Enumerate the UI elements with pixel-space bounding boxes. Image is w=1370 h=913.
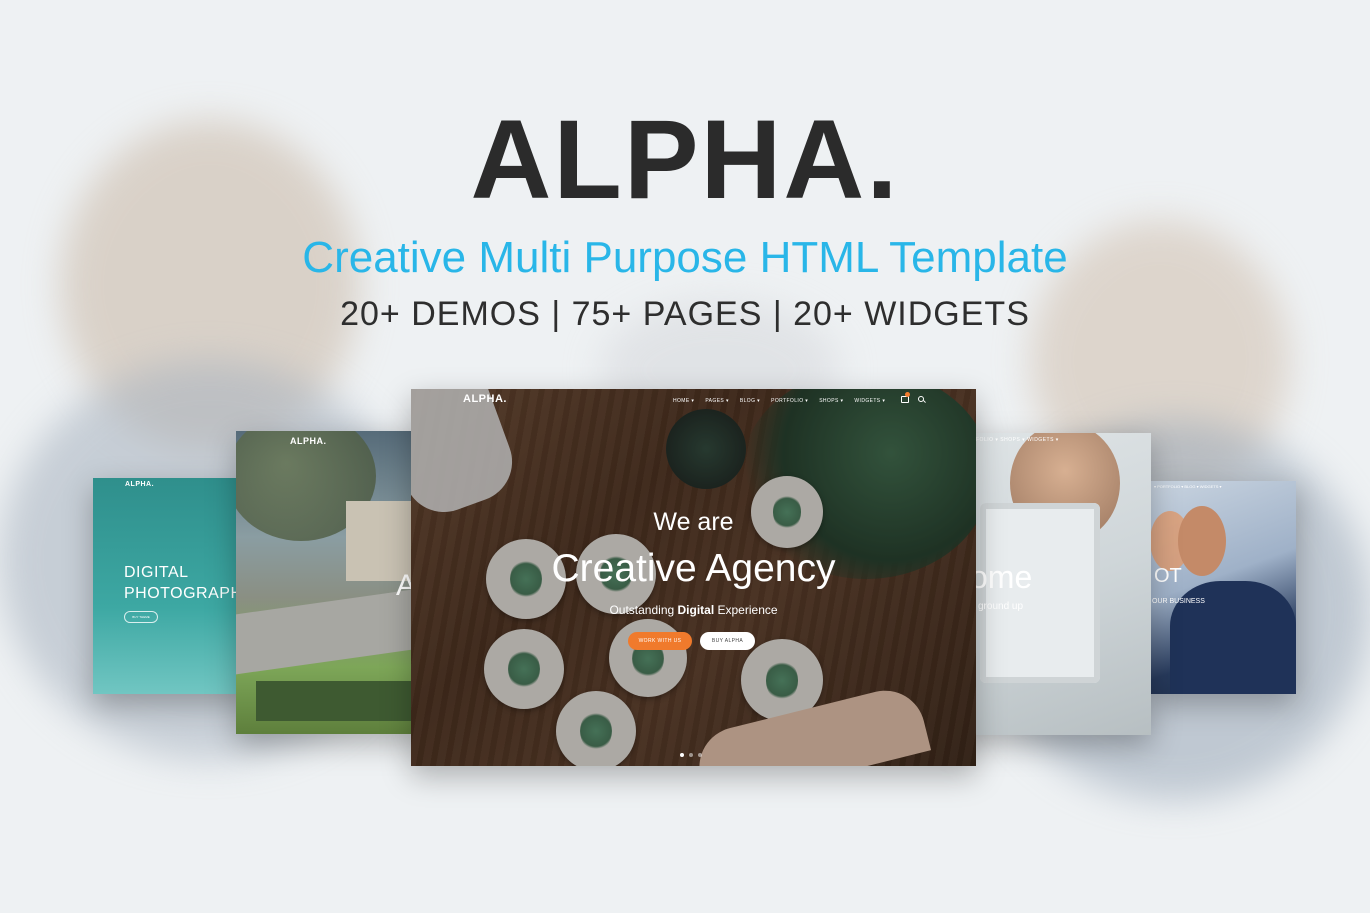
hero-subtitle: Outstanding Digital Experience <box>411 603 976 617</box>
work-with-us-button[interactable]: WORK WITH US <box>628 632 692 650</box>
cart-badge <box>905 392 910 397</box>
preview-card-creative-agency: ALPHA. HOME PAGES BLOG PORTFOLIO SHOPS W… <box>411 389 976 766</box>
preview-menu[interactable]: ▾ PORTFOLIO ▾ BLOG ▾ WIDGETS ▾ <box>1154 484 1222 489</box>
preview-headline: DIGITAL PHOTOGRAPHY <box>124 562 253 604</box>
person-shape <box>1178 506 1226 576</box>
hero-intro: We are <box>653 508 734 536</box>
product-stats: 20+ DEMOS | 75+ PAGES | 20+ WIDGETS <box>340 295 1030 333</box>
menu-item-shops[interactable]: SHOPS <box>819 398 843 404</box>
menu-item-home[interactable]: HOME <box>673 398 694 404</box>
menu-item-pages[interactable]: PAGES <box>705 398 729 404</box>
menu-item-widgets[interactable]: WIDGETS <box>854 398 885 404</box>
preview-logo: ALPHA. <box>125 481 155 488</box>
slider-dot[interactable] <box>698 753 702 757</box>
preview-card-office: FOLIO ▾ SHOPS ▾ WIDGETS ▾ ome ground up <box>950 433 1151 735</box>
buy-theme-button[interactable]: BUY THEME <box>124 611 158 623</box>
headline-line-1: DIGITAL <box>124 564 189 581</box>
product-tagline: Creative Multi Purpose HTML Template <box>302 233 1068 282</box>
preview-menu[interactable]: FOLIO ▾ SHOPS ▾ WIDGETS ▾ <box>976 437 1059 443</box>
main-menu: HOME PAGES BLOG PORTFOLIO SHOPS WIDGETS <box>673 398 885 404</box>
buy-alpha-button[interactable]: BUY ALPHA <box>700 632 755 650</box>
preview-partial-subtitle: ground up <box>978 601 1024 612</box>
menu-item-portfolio[interactable]: PORTFOLIO <box>771 398 808 404</box>
subtitle-suffix: Experience <box>714 603 778 617</box>
slider-dot[interactable] <box>689 753 693 757</box>
preview-partial-headline: OT <box>1154 565 1182 587</box>
subtitle-bold: Digital <box>677 603 715 617</box>
headline-line-2: PHOTOGRAPHY <box>124 585 253 602</box>
preview-card-street: ALPHA. A <box>236 431 426 734</box>
preview-card-business: ▾ PORTFOLIO ▾ BLOG ▾ WIDGETS ▾ OT OUR BU… <box>1150 481 1296 694</box>
preview-partial-headline: ome <box>970 559 1033 595</box>
slider-dot[interactable] <box>680 753 684 757</box>
cart-icon[interactable] <box>901 396 909 403</box>
slider-dots <box>680 753 702 757</box>
search-icon[interactable] <box>918 396 924 402</box>
preview-card-photography: ALPHA. DIGITAL PHOTOGRAPHY BUY THEME <box>93 478 253 694</box>
subtitle-prefix: Outstanding <box>609 603 678 617</box>
hero-headline: Creative Agency <box>551 547 836 590</box>
product-title: ALPHA. <box>470 97 900 222</box>
bench-shape <box>256 681 426 721</box>
preview-logo: ALPHA. <box>290 436 327 446</box>
menu-item-blog[interactable]: BLOG <box>740 398 760 404</box>
preview-partial-subtitle: OUR BUSINESS <box>1152 598 1205 605</box>
site-logo[interactable]: ALPHA. <box>463 393 507 405</box>
